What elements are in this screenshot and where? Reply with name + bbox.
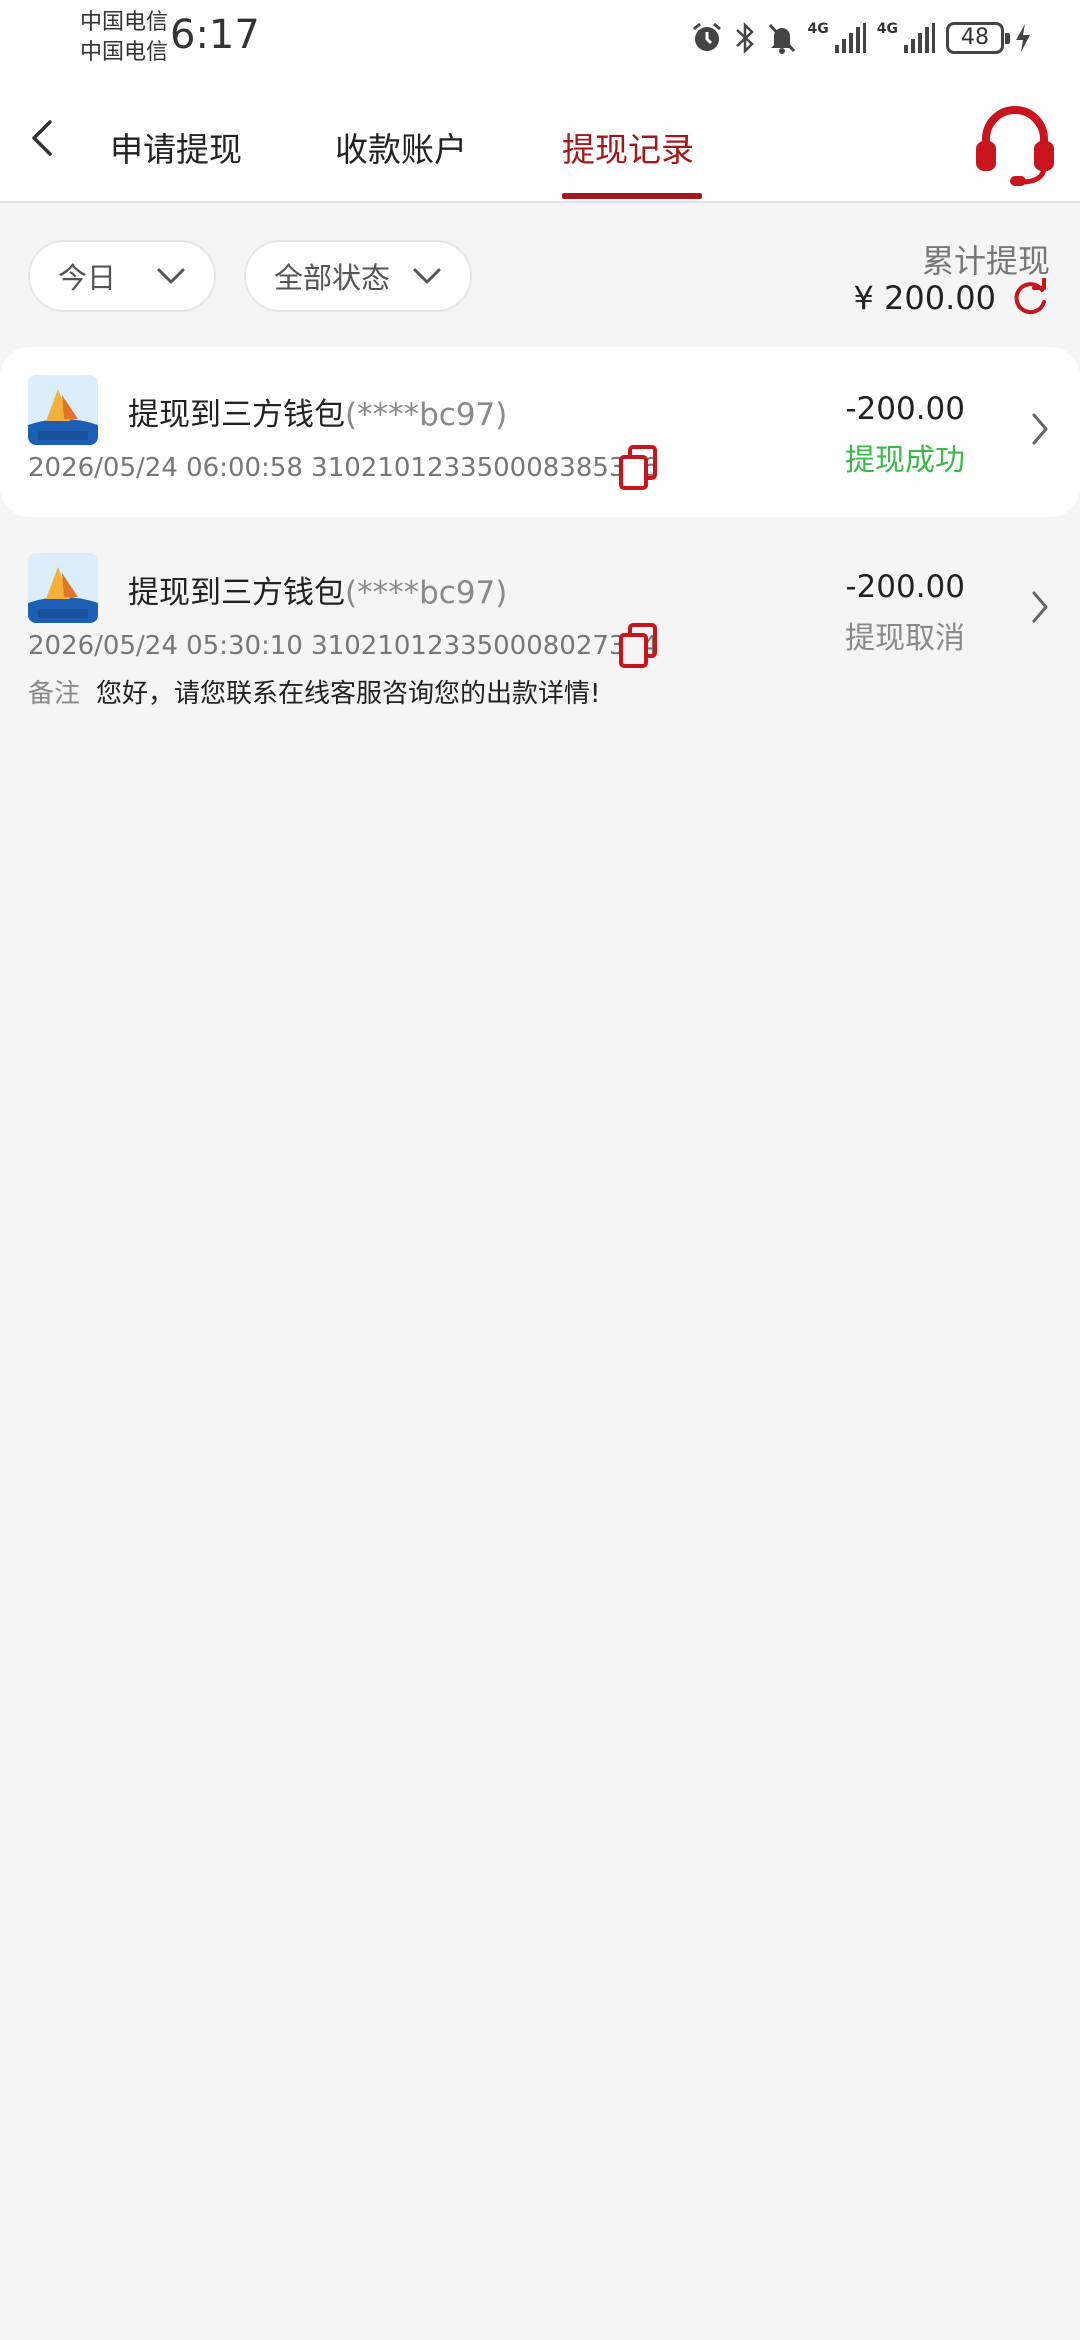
wallet-app-logo	[28, 375, 98, 445]
carrier-2: 中国电信	[80, 40, 169, 65]
top-navigation: 申请提现 收款账户 提现记录	[0, 75, 1080, 203]
bell-muted-icon	[768, 23, 795, 54]
alarm-icon	[692, 22, 721, 51]
tab-withdraw-records[interactable]: 提现记录	[562, 123, 694, 171]
copy-icon[interactable]	[618, 445, 658, 491]
chevron-down-icon	[413, 268, 441, 284]
tab-payee-account[interactable]: 收款账户	[335, 123, 467, 171]
remark-text: 您好，请您联系在线客服咨询您的出款详情!	[96, 679, 601, 709]
record-amount: -200.00	[845, 391, 965, 427]
record-title: 提现到三方钱包(****bc97)	[128, 389, 507, 434]
wallet-app-logo	[28, 553, 98, 623]
list-item[interactable]: 提现到三方钱包(****bc97) 2026/05/24 05:30:10 31…	[0, 525, 1080, 709]
record-meta: 2026/05/24 06:00:58 31021012335000838537…	[28, 453, 659, 483]
date-filter-dropdown[interactable]: 今日	[28, 240, 216, 312]
account-mask: (****bc97)	[345, 397, 508, 433]
status-bar: 中国电信 中国电信 6:17 4G 4G 48	[0, 0, 1080, 75]
order-number: 310210123350008385376	[311, 453, 659, 483]
status-time: 6:17	[170, 12, 260, 58]
total-withdraw-value: ¥ 200.00	[853, 279, 997, 317]
chevron-left-icon	[32, 120, 52, 156]
chevron-right-icon	[1032, 413, 1048, 445]
active-tab-indicator	[562, 193, 702, 199]
account-mask: (****bc97)	[345, 575, 508, 611]
system-icons: 4G 4G 48	[690, 18, 1032, 58]
record-title: 提现到三方钱包(****bc97)	[128, 567, 507, 612]
back-button[interactable]	[22, 113, 62, 163]
bluetooth-icon	[735, 21, 754, 55]
total-withdraw: ¥ 200.00	[854, 278, 1051, 318]
signal-icon	[834, 23, 866, 53]
battery-icon: 48	[946, 22, 1010, 54]
status-filter-value: 全部状态	[274, 261, 391, 295]
copy-icon[interactable]	[618, 623, 658, 669]
network-type-1: 4G	[807, 21, 829, 37]
charging-icon	[1016, 24, 1030, 52]
list-item[interactable]: 提现到三方钱包(****bc97) 2026/05/24 06:00:58 31…	[0, 347, 1080, 517]
order-number: 310210123350008027314	[311, 631, 659, 661]
chevron-right-icon	[1032, 591, 1048, 623]
record-datetime: 2026/05/24 05:30:10	[28, 631, 303, 661]
record-status: 提现成功	[845, 443, 965, 478]
headset-icon[interactable]	[972, 103, 1058, 187]
record-meta: 2026/05/24 05:30:10 31021012335000802731…	[28, 631, 659, 661]
tab-apply-withdraw[interactable]: 申请提现	[110, 123, 242, 171]
record-title-text: 提现到三方钱包	[128, 397, 345, 433]
status-filter-dropdown[interactable]: 全部状态	[244, 240, 472, 312]
carrier-info: 中国电信 中国电信	[80, 8, 168, 68]
record-title-text: 提现到三方钱包	[128, 575, 345, 611]
remark-label: 备注	[28, 679, 81, 709]
refresh-icon[interactable]	[1010, 278, 1050, 318]
date-filter-value: 今日	[58, 261, 117, 295]
record-remark: 备注 您好，请您联系在线客服咨询您的出款详情!	[28, 673, 600, 710]
chevron-down-icon	[157, 268, 185, 284]
total-withdraw-label: 累计提现	[921, 242, 1050, 280]
network-type-2: 4G	[876, 21, 898, 37]
record-datetime: 2026/05/24 06:00:58	[28, 453, 303, 483]
carrier-1: 中国电信	[80, 10, 169, 35]
record-amount: -200.00	[845, 569, 965, 605]
record-status: 提现取消	[845, 621, 965, 656]
signal-icon-2	[904, 23, 935, 53]
